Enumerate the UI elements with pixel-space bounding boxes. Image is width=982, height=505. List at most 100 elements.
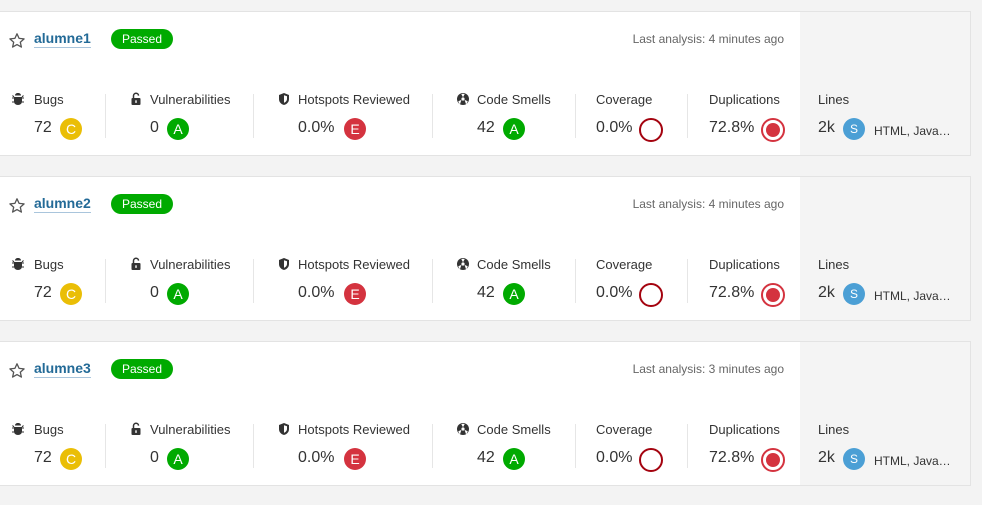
size-rating: S [843, 448, 865, 470]
code-smell-icon [457, 258, 469, 270]
bugs-label: Bugs [34, 257, 64, 272]
bug-icon [12, 93, 24, 105]
vulnerabilities-label: Vulnerabilities [150, 92, 231, 107]
hotspots-value[interactable]: 0.0% [298, 449, 334, 467]
star-icon[interactable] [8, 362, 26, 380]
code-smells-value[interactable]: 42 [477, 449, 495, 467]
project-card: alumne3 Passed Last analysis: 3 minutes … [0, 341, 971, 486]
vulnerabilities-rating[interactable]: A [167, 118, 189, 140]
coverage-label: Coverage [596, 422, 653, 437]
size-rating: S [843, 118, 865, 140]
divider [687, 259, 688, 303]
divider [575, 94, 576, 138]
lines-label: Lines [818, 257, 850, 272]
star-icon[interactable] [8, 197, 26, 215]
code-smells-label: Code Smells [477, 257, 551, 272]
quality-gate-badge: Passed [111, 194, 174, 214]
duplications-value[interactable]: 72.8% [709, 119, 754, 137]
vulnerabilities-value[interactable]: 0 [150, 119, 159, 137]
bugs-value[interactable]: 72 [34, 119, 52, 137]
coverage-donut[interactable] [639, 118, 663, 142]
coverage-value[interactable]: 0.0% [596, 284, 632, 302]
quality-gate-badge: Passed [111, 359, 174, 379]
project-card: alumne1 Passed Last analysis: 4 minutes … [0, 11, 971, 156]
code-smells-rating[interactable]: A [503, 448, 525, 470]
lines-value[interactable]: 2k [818, 284, 835, 302]
project-name-link[interactable]: alumne2 [34, 195, 91, 213]
divider [105, 259, 106, 303]
quality-gate-badge: Passed [111, 29, 174, 49]
divider [253, 259, 254, 303]
vulnerabilities-rating[interactable]: A [167, 448, 189, 470]
coverage-label: Coverage [596, 92, 653, 107]
divider [575, 424, 576, 468]
duplications-label: Duplications [709, 422, 780, 437]
last-analysis-text: Last analysis: 4 minutes ago [632, 197, 784, 211]
lines-label: Lines [818, 422, 850, 437]
code-smells-label: Code Smells [477, 92, 551, 107]
last-analysis-text: Last analysis: 4 minutes ago [632, 32, 784, 46]
unlock-icon [131, 422, 141, 435]
duplications-indicator[interactable] [761, 448, 785, 472]
coverage-donut[interactable] [639, 283, 663, 307]
duplications-indicator[interactable] [761, 283, 785, 307]
vulnerabilities-label: Vulnerabilities [150, 422, 231, 437]
shield-icon [279, 423, 289, 435]
duplications-indicator[interactable] [761, 118, 785, 142]
coverage-donut[interactable] [639, 448, 663, 472]
code-smells-rating[interactable]: A [503, 118, 525, 140]
size-rating: S [843, 283, 865, 305]
bugs-label: Bugs [34, 92, 64, 107]
bugs-rating[interactable]: C [60, 118, 82, 140]
code-smells-value[interactable]: 42 [477, 284, 495, 302]
code-smell-icon [457, 93, 469, 105]
project-name-link[interactable]: alumne3 [34, 360, 91, 378]
duplications-value[interactable]: 72.8% [709, 284, 754, 302]
divider [253, 94, 254, 138]
shield-icon [279, 258, 289, 270]
vulnerabilities-rating[interactable]: A [167, 283, 189, 305]
hotspots-label: Hotspots Reviewed [298, 257, 410, 272]
vulnerabilities-value[interactable]: 0 [150, 449, 159, 467]
code-smells-rating[interactable]: A [503, 283, 525, 305]
divider [432, 424, 433, 468]
hotspots-rating[interactable]: E [344, 448, 366, 470]
hotspots-value[interactable]: 0.0% [298, 119, 334, 137]
last-analysis-text: Last analysis: 3 minutes ago [632, 362, 784, 376]
star-icon[interactable] [8, 32, 26, 50]
hotspots-rating[interactable]: E [344, 283, 366, 305]
code-smells-value[interactable]: 42 [477, 119, 495, 137]
coverage-value[interactable]: 0.0% [596, 119, 632, 137]
bugs-rating[interactable]: C [60, 283, 82, 305]
divider [432, 259, 433, 303]
bugs-label: Bugs [34, 422, 64, 437]
divider [575, 259, 576, 303]
project-name-link[interactable]: alumne1 [34, 30, 91, 48]
hotspots-rating[interactable]: E [344, 118, 366, 140]
vulnerabilities-value[interactable]: 0 [150, 284, 159, 302]
bugs-rating[interactable]: C [60, 448, 82, 470]
coverage-value[interactable]: 0.0% [596, 449, 632, 467]
project-card: alumne2 Passed Last analysis: 4 minutes … [0, 176, 971, 321]
bugs-value[interactable]: 72 [34, 284, 52, 302]
code-smells-label: Code Smells [477, 422, 551, 437]
vulnerabilities-label: Vulnerabilities [150, 257, 231, 272]
bugs-value[interactable]: 72 [34, 449, 52, 467]
bug-icon [12, 258, 24, 270]
duplications-label: Duplications [709, 92, 780, 107]
divider [105, 94, 106, 138]
coverage-label: Coverage [596, 257, 653, 272]
lines-value[interactable]: 2k [818, 449, 835, 467]
divider [105, 424, 106, 468]
divider [687, 94, 688, 138]
unlock-icon [131, 92, 141, 105]
lines-value[interactable]: 2k [818, 119, 835, 137]
shield-icon [279, 93, 289, 105]
divider [687, 424, 688, 468]
duplications-value[interactable]: 72.8% [709, 449, 754, 467]
hotspots-value[interactable]: 0.0% [298, 284, 334, 302]
code-smell-icon [457, 423, 469, 435]
duplications-label: Duplications [709, 257, 780, 272]
bug-icon [12, 423, 24, 435]
lines-label: Lines [818, 92, 850, 107]
